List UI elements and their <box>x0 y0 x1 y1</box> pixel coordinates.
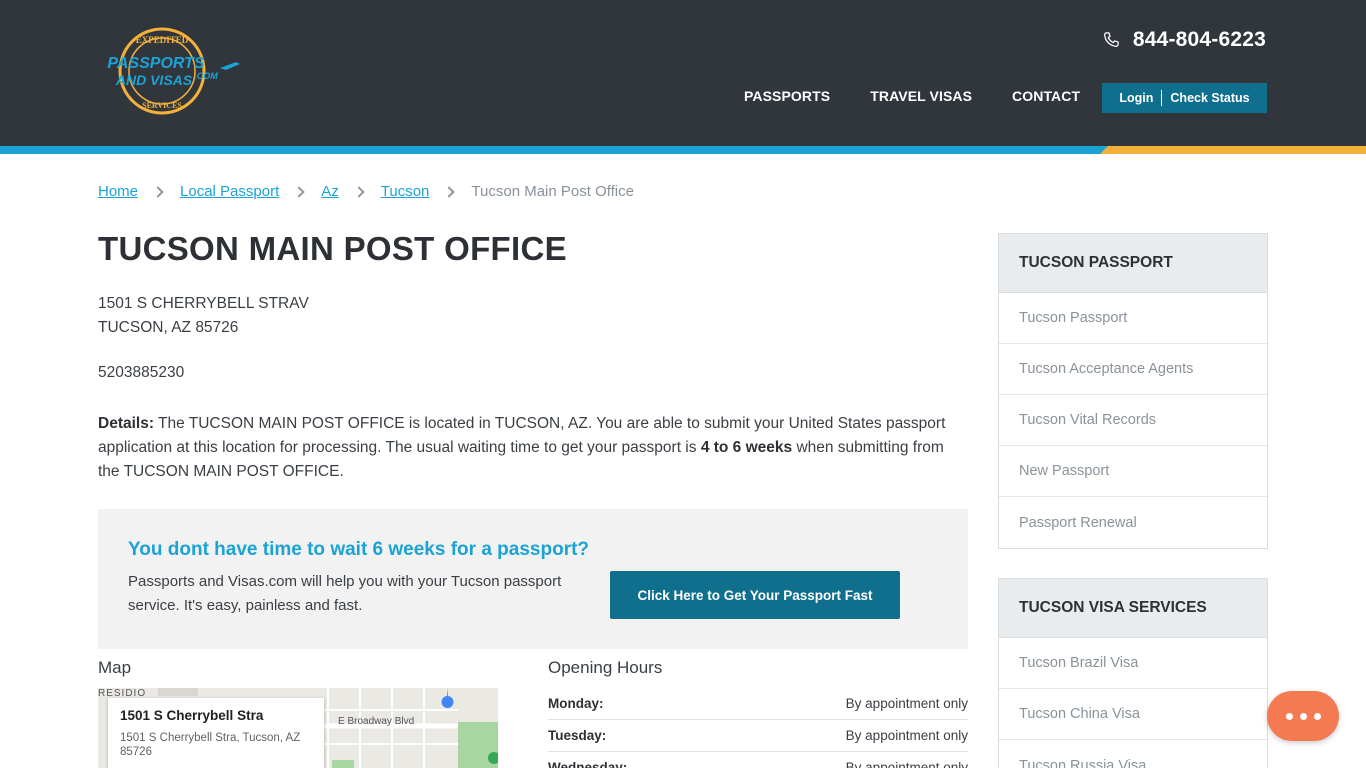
chevron-right-icon <box>353 185 365 198</box>
nav-travel-visas[interactable]: TRAVEL VISAS <box>870 88 972 104</box>
hours-value: By appointment only <box>845 760 968 768</box>
hours-row: Tuesday: By appointment only <box>548 720 968 752</box>
page-title: TUCSON MAIN POST OFFICE <box>98 230 567 267</box>
breadcrumb-tucson[interactable]: Tucson <box>381 183 430 200</box>
hours-heading: Opening Hours <box>548 658 663 677</box>
map-card-address: 1501 S Cherrybell Stra, Tucson, AZ 85726 <box>120 732 301 758</box>
hours-day: Wednesday: <box>548 760 628 768</box>
hours-day: Tuesday: <box>548 728 607 743</box>
breadcrumb-current: Tucson Main Post Office <box>471 183 634 200</box>
hours-value: By appointment only <box>845 696 968 711</box>
chevron-right-icon <box>152 185 164 198</box>
header-stripe-gold <box>1100 146 1366 154</box>
opening-hours-table: Monday: By appointment only Tuesday: By … <box>548 688 968 768</box>
login-link[interactable]: Login <box>1111 91 1161 105</box>
map-label-broadway: E Broadway Blvd <box>338 716 415 727</box>
nav-passports[interactable]: PASSPORTS <box>744 88 830 104</box>
svg-text:EXPEDITED: EXPEDITED <box>136 35 189 45</box>
sidebar-passport-box: TUCSON PASSPORT Tucson Passport Tucson A… <box>998 233 1268 549</box>
address-line-2: TUCSON, AZ 85726 <box>98 319 239 336</box>
chat-dot <box>1313 712 1321 720</box>
map-heading: Map <box>98 658 132 677</box>
phone-number[interactable]: 844-804-6223 <box>1133 28 1266 52</box>
cta-panel: You dont have time to wait 6 weeks for a… <box>98 509 968 649</box>
details-wait-time: 4 to 6 weeks <box>700 439 793 456</box>
check-status-link[interactable]: Check Status <box>1162 91 1257 105</box>
hours-row: Wednesday: By appointment only <box>548 752 968 768</box>
hours-day: Monday: <box>548 696 604 711</box>
sidebar-item-new-passport[interactable]: New Passport <box>999 446 1267 497</box>
sidebar-visa-box: TUCSON VISA SERVICES Tucson Brazil Visa … <box>998 578 1268 768</box>
sidebar-item-passport-renewal[interactable]: Passport Renewal <box>999 497 1267 548</box>
hours-value: By appointment only <box>845 728 968 743</box>
breadcrumb-home[interactable]: Home <box>98 183 138 200</box>
sidebar-item-brazil-visa[interactable]: Tucson Brazil Visa <box>999 638 1267 689</box>
phone-icon <box>1103 32 1119 47</box>
map-embed[interactable]: RESIDIO E Broadway Blvd 1501 S Cherrybel… <box>98 688 498 768</box>
office-phone: 5203885230 <box>98 364 185 381</box>
svg-text:SERVICES: SERVICES <box>142 101 182 110</box>
get-passport-fast-button[interactable]: Click Here to Get Your Passport Fast <box>610 571 900 619</box>
main-nav: PASSPORTS TRAVEL VISAS CONTACT <box>744 88 1080 104</box>
details-label: Details: <box>98 415 154 432</box>
header-stripe <box>0 146 1366 154</box>
account-box: Login Check Status <box>1102 83 1267 113</box>
site-logo[interactable]: EXPEDITED PASSPORTS AND VISAS .COM SERVI… <box>98 24 244 118</box>
nav-contact[interactable]: CONTACT <box>1012 88 1080 104</box>
sidebar-item-russia-visa[interactable]: Tucson Russia Visa <box>999 740 1267 768</box>
office-address: 1501 S CHERRYBELL STRAV TUCSON, AZ 85726 <box>98 292 309 340</box>
breadcrumb-az[interactable]: Az <box>321 183 339 200</box>
chat-dots-icon[interactable] <box>1267 691 1339 741</box>
breadcrumb-local-passport[interactable]: Local Passport <box>180 183 279 200</box>
cta-title: You dont have time to wait 6 weeks for a… <box>128 539 590 560</box>
chat-dot <box>1299 712 1307 720</box>
chat-dot <box>1285 712 1293 720</box>
map-card-title: 1501 S Cherrybell Stra <box>120 708 264 723</box>
sidebar-item-vital-records[interactable]: Tucson Vital Records <box>999 395 1267 446</box>
svg-text:AND VISAS: AND VISAS <box>115 72 193 88</box>
chevron-right-icon <box>293 185 305 198</box>
sidebar-passport-title: TUCSON PASSPORT <box>999 234 1267 293</box>
sidebar-item-acceptance-agents[interactable]: Tucson Acceptance Agents <box>999 344 1267 395</box>
hours-row: Monday: By appointment only <box>548 688 968 720</box>
address-line-1: 1501 S CHERRYBELL STRAV <box>98 295 309 312</box>
sidebar-item-china-visa[interactable]: Tucson China Visa <box>999 689 1267 740</box>
svg-text:PASSPORTS: PASSPORTS <box>107 55 205 72</box>
chevron-right-icon <box>443 185 456 198</box>
office-details: Details: The TUCSON MAIN POST OFFICE is … <box>98 412 968 484</box>
sidebar-item-tucson-passport[interactable]: Tucson Passport <box>999 293 1267 344</box>
breadcrumb: Home Local Passport Az Tucson Tucson Mai… <box>98 183 634 200</box>
site-header: EXPEDITED PASSPORTS AND VISAS .COM SERVI… <box>0 0 1366 146</box>
sidebar-visa-title: TUCSON VISA SERVICES <box>999 579 1267 638</box>
cta-text: Passports and Visas.com will help you wi… <box>128 573 562 614</box>
svg-text:.COM: .COM <box>194 71 218 81</box>
map-info-card: 1501 S Cherrybell Stra 1501 S Cherrybell… <box>108 698 324 768</box>
header-phone[interactable]: 844-804-6223 <box>1101 28 1266 52</box>
